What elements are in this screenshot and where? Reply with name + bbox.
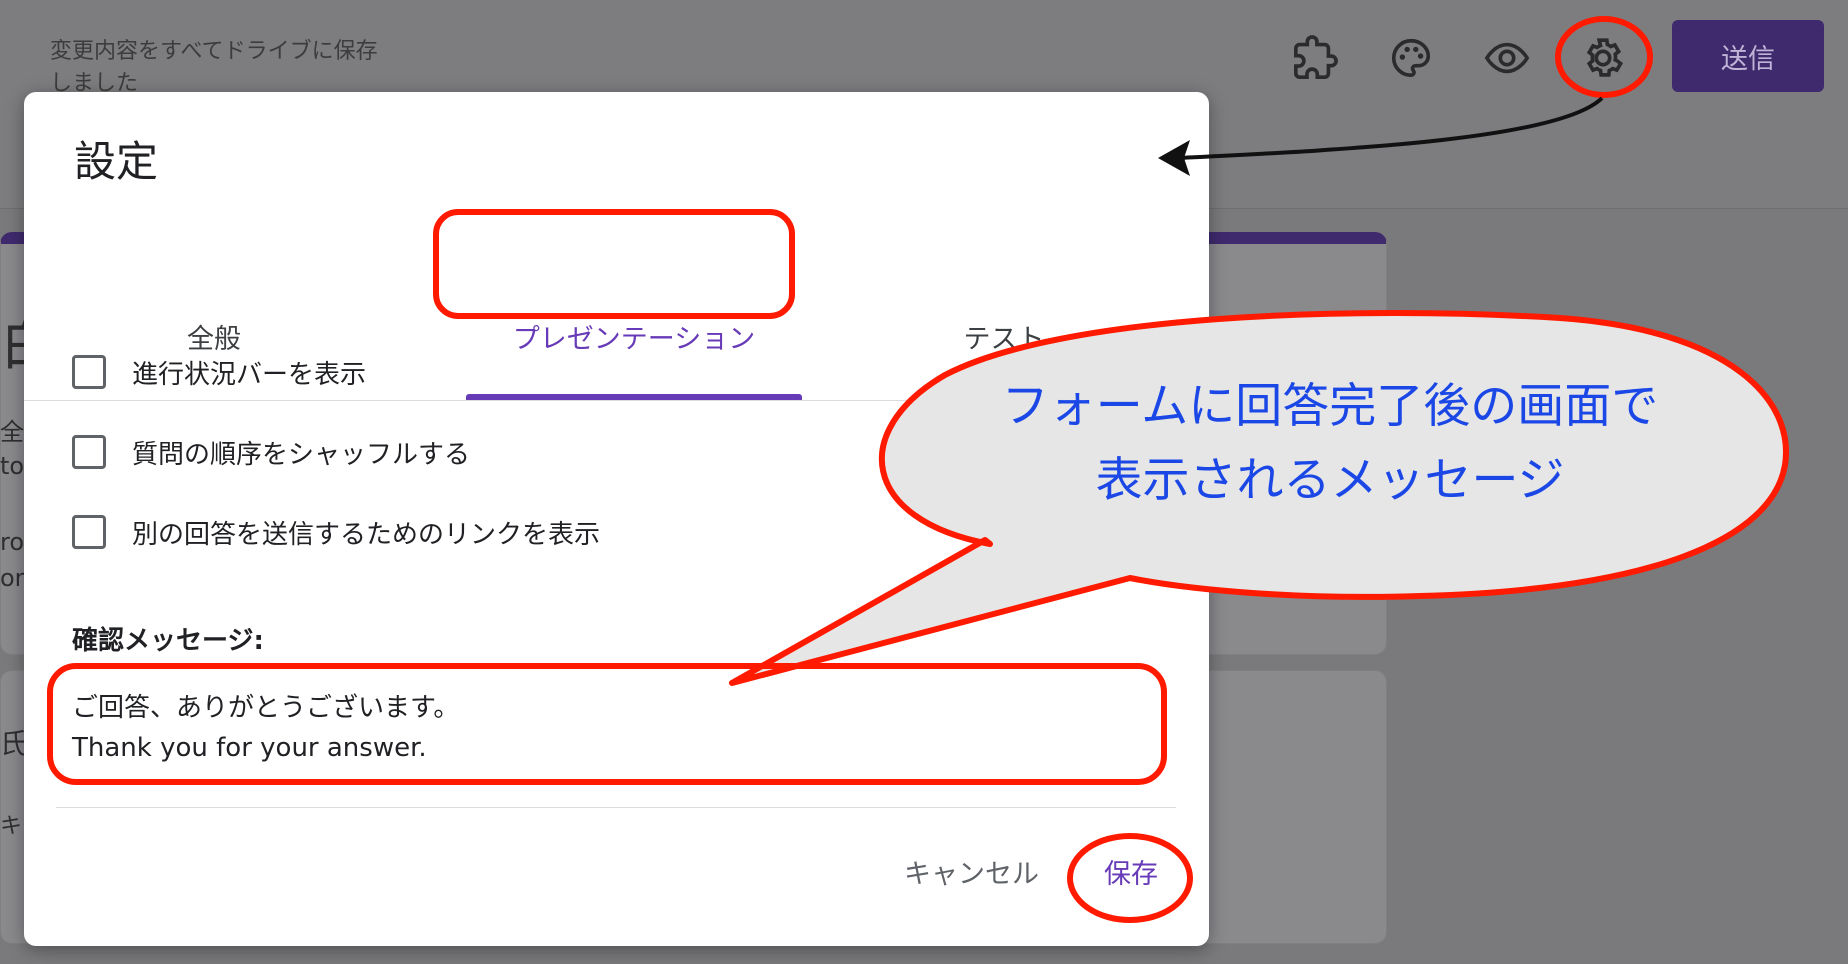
option-another-response-link[interactable]: 別の回答を送信するためのリンクを表示 [72,508,600,556]
settings-gear-icon[interactable] [1575,30,1631,86]
option-shuffle-questions[interactable]: 質問の順序をシャッフルする [72,428,470,476]
speech-bubble-line: 表示されるメッセージ [1095,453,1565,508]
addon-puzzle-icon[interactable] [1287,30,1343,86]
active-tab-indicator [466,394,802,400]
save-button[interactable]: 保存 [1104,852,1158,891]
option-progress-bar[interactable]: 進行状況バーを表示 [72,348,366,396]
shuffle-questions-checkbox[interactable] [72,435,106,469]
bg-answer-fragment: キ [0,814,23,839]
confirmation-message-line: ご回答、ありがとうございます。 [72,693,460,723]
preview-eye-icon[interactable] [1479,30,1535,86]
bg-text-fragment: ro [0,528,25,556]
tab-presentation[interactable]: プレゼンテーション [464,272,804,400]
speech-bubble-line: フォームに回答完了後の画面で [1001,379,1659,434]
bg-text-fragment: to [0,452,25,480]
option-label: 進行状況バーを表示 [132,359,367,390]
palette-icon[interactable] [1383,30,1439,86]
dialog-title: 設定 [74,137,159,186]
save-status-text: 変更内容をすべてドライブに保存しました [50,39,378,96]
confirmation-message-input[interactable]: ご回答、ありがとうございます。 Thank you for your answe… [72,688,1157,768]
progress-bar-checkbox[interactable] [72,355,106,389]
cancel-button[interactable]: キャンセル [904,852,1039,891]
footer-divider [56,807,1176,808]
settings-dialog: 設定 全般 プレゼンテーション テスト 進行状況バーを表示 質問の順序をシャッフ… [24,92,1209,946]
speech-bubble-text: フォームに回答完了後の画面で 表示されるメッセージ [920,370,1740,518]
send-button[interactable]: 送信 [1672,20,1824,92]
another-response-link-checkbox[interactable] [72,515,106,549]
confirmation-message-line: Thank you for your answer. [72,733,427,763]
confirmation-message-label: 確認メッセージ: [72,626,264,656]
option-label: 質問の順序をシャッフルする [132,439,471,470]
option-label: 別の回答を送信するためのリンクを表示 [132,519,601,550]
